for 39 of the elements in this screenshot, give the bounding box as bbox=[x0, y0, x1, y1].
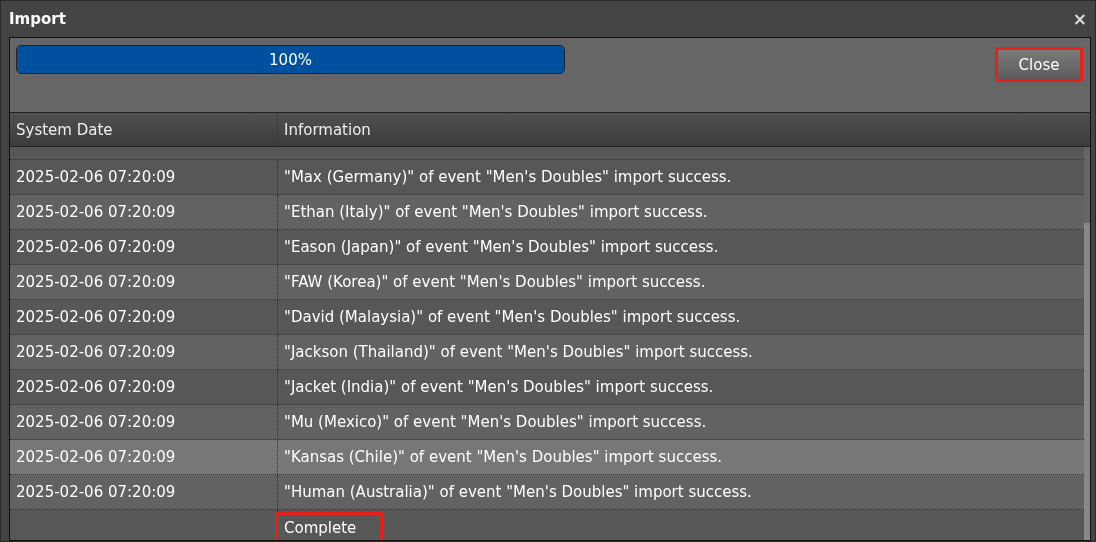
table-cell: 2025-02-06 07:20:09 bbox=[10, 370, 278, 404]
close-button[interactable]: Close bbox=[995, 47, 1083, 82]
table-row[interactable] bbox=[10, 147, 1084, 160]
table-row[interactable]: 2025-02-06 07:20:09 "FAW (Korea)" of event "Men's Doubles" import success. bbox=[10, 265, 1084, 300]
window-title: Import bbox=[9, 10, 66, 28]
table-cell-text: "Eason (Japan)" of event "Men's Doubles" import success. bbox=[283, 237, 720, 258]
table-cell-text: "Max (Germany)" of event "Men's Doubles" import success. bbox=[283, 167, 733, 188]
table-row[interactable]: 2025-02-06 07:20:09 "David (Malaysia)" of event "Men's Doubles" import success. bbox=[10, 300, 1084, 335]
table-row[interactable]: 2025-02-06 07:20:09 "Ethan (Italy)" of event "Men's Doubles" import success. bbox=[10, 195, 1084, 230]
table-cell: 2025-02-06 07:20:09 bbox=[10, 335, 278, 369]
table-row[interactable]: 2025-02-06 07:20:09 "Human (Australia)" of event "Men's Doubles" import success. bbox=[10, 475, 1084, 510]
table-cell-text: "Ethan (Italy)" of event "Men's Doubles" import success. bbox=[283, 202, 709, 223]
table-cell: 2025-02-06 07:20:09 bbox=[10, 475, 278, 509]
table-cell: 2025-02-06 07:20:09 bbox=[10, 230, 278, 264]
scrollbar[interactable] bbox=[1084, 223, 1090, 540]
table-row[interactable]: 2025-02-06 07:20:09 "Eason (Japan)" of event "Men's Doubles" import success. bbox=[10, 230, 1084, 265]
table-cell-text: "David (Malaysia)" of event "Men's Doubles" import success. bbox=[283, 307, 742, 328]
table-cell: 2025-02-06 07:20:09 bbox=[10, 300, 278, 334]
table-cell: 2025-02-06 07:20:09 bbox=[10, 160, 278, 194]
table-cell: 2025-02-06 07:20:09 bbox=[10, 405, 278, 439]
column-header[interactable]: System Date bbox=[10, 113, 278, 146]
close-icon[interactable]: × bbox=[1072, 9, 1087, 29]
table-cell-text: "Kansas (Chile)" of event "Men's Doubles" import success. bbox=[283, 447, 724, 468]
table-cell: 2025-02-06 07:20:09 bbox=[10, 265, 278, 299]
column-header[interactable]: Information bbox=[278, 113, 1090, 146]
table-row[interactable]: 2025-02-06 07:20:09 "Jacket (India)" of event "Men's Doubles" import success. bbox=[10, 370, 1084, 405]
progress-label: 100% bbox=[269, 50, 312, 69]
table-row[interactable]: 2025-02-06 07:20:09 "Max (Germany)" of event "Men's Doubles" import success. bbox=[10, 160, 1084, 195]
table-row[interactable]: 2025-02-06 07:20:09 "Kansas (Chile)" of event "Men's Doubles" import success. bbox=[10, 440, 1084, 475]
table-cell-text: "Jackson (Thailand)" of event "Men's Doubles" import success. bbox=[283, 342, 754, 363]
table-cell: 2025-02-06 07:20:09 bbox=[10, 195, 278, 229]
table-row[interactable]: 2025-02-06 07:20:09 "Jackson (Thailand)" of event "Men's Doubles" import success. bbox=[10, 335, 1084, 370]
table-cell-text: "FAW (Korea)" of event "Men's Doubles" import success. bbox=[283, 272, 707, 293]
table-cell: 2025-02-06 07:20:09 bbox=[10, 440, 278, 474]
table-cell-text: "Mu (Mexico)" of event "Men's Doubles" import success. bbox=[283, 412, 708, 433]
table-row[interactable]: 2025-02-06 07:20:09 "Mu (Mexico)" of event "Men's Doubles" import success. bbox=[10, 405, 1084, 440]
table-cell-text: "Human (Australia)" of event "Men's Doubles" import success. bbox=[283, 482, 753, 503]
status-text: Complete bbox=[275, 512, 384, 540]
table-cell-text: "Jacket (India)" of event "Men's Doubles" import success. bbox=[283, 377, 715, 398]
